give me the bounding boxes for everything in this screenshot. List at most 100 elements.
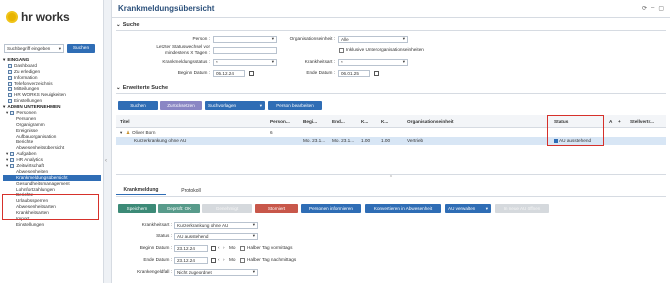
halber-tag-vormittags-checkbox[interactable] bbox=[240, 246, 245, 251]
menu-item-icon bbox=[8, 75, 12, 80]
chevron-down-icon: ▾ bbox=[252, 222, 255, 227]
chevron-down-icon: ▾ bbox=[6, 163, 9, 169]
logo-icon bbox=[6, 11, 18, 23]
calendar-icon[interactable] bbox=[211, 257, 216, 263]
letzter-statuswechsel-input[interactable] bbox=[213, 47, 277, 54]
chevron-right-icon[interactable]: › bbox=[223, 245, 225, 251]
inklusive-checkbox[interactable] bbox=[339, 48, 344, 53]
group-count: 6 bbox=[270, 130, 273, 135]
person-bearbeiten-button[interactable]: Person bearbeiten bbox=[268, 101, 322, 110]
sidebar-item-label: Einstellungen bbox=[16, 221, 45, 227]
search-button[interactable]: Suchen bbox=[67, 44, 95, 53]
detail-beginn-label: Beginn Datum : bbox=[139, 245, 172, 250]
column-header-plus[interactable]: + bbox=[618, 119, 621, 124]
suchvorlagen-label: Suchvorlagen bbox=[208, 103, 237, 108]
column-header-person[interactable]: Person... bbox=[270, 119, 290, 124]
page-title: Krankmeldungsübersicht bbox=[118, 4, 215, 13]
chevron-down-icon: ▾ bbox=[6, 110, 9, 116]
chevron-up-icon: ⌃ bbox=[388, 175, 394, 181]
column-header-stellvertreter[interactable]: Stellvertr... bbox=[630, 119, 654, 124]
splitter[interactable]: ⌃ bbox=[116, 174, 666, 182]
row-k2: 1.00 bbox=[381, 138, 391, 143]
geprueft-button[interactable]: Geprüft: OK bbox=[158, 204, 200, 213]
person-icon: ♟ bbox=[126, 130, 131, 135]
person-select[interactable]: ▾ bbox=[213, 35, 277, 43]
column-header-k2[interactable]: K... bbox=[381, 119, 388, 124]
personen-informieren-button[interactable]: Personen informieren bbox=[301, 204, 361, 213]
refresh-icon[interactable]: ⟳ bbox=[642, 5, 647, 12]
au-verwalten-button[interactable]: AU verwalten ▾ bbox=[445, 204, 491, 213]
sidebar-item[interactable]: Einstellungen bbox=[3, 222, 101, 228]
chevron-down-icon: ▾ bbox=[252, 233, 255, 238]
konvertieren-button[interactable]: Konvertieren in Abwesenheit bbox=[365, 204, 441, 213]
beginn-datum-value: 05.12.24 bbox=[216, 70, 234, 76]
menu-item-icon bbox=[10, 163, 15, 168]
detail-krankengeldfall-label: Krankengeldfall : bbox=[137, 269, 172, 274]
logo-text: hr works bbox=[21, 10, 70, 24]
calendar-icon[interactable] bbox=[211, 245, 216, 251]
menu-item-icon bbox=[8, 99, 12, 104]
chevron-down-icon: ▾ bbox=[271, 36, 274, 41]
tab-protokoll[interactable]: Protokoll bbox=[166, 186, 216, 195]
erweiterte-suche-header[interactable]: ⌄ Erweiterte Suche bbox=[116, 85, 168, 91]
column-header-k1[interactable]: K... bbox=[361, 119, 368, 124]
chevron-down-icon: ▾ bbox=[271, 59, 274, 64]
calendar-icon[interactable] bbox=[374, 70, 379, 76]
beginn-datum-input[interactable]: 05.12.24 bbox=[213, 69, 245, 77]
krankmeldungsstatus-select[interactable]: * ▾ bbox=[213, 58, 277, 66]
detail-ende-input[interactable]: 23.12.24 bbox=[174, 256, 208, 264]
letzter-statuswechsel-label-2: mindestens X Tagen : bbox=[165, 50, 210, 55]
chevron-down-icon: ▾ bbox=[3, 104, 6, 110]
sidebar-collapse-bar[interactable]: ‹ bbox=[104, 0, 112, 283]
highlight-box-nav bbox=[2, 194, 99, 220]
detail-beginn-value: 23.12.24 bbox=[177, 245, 195, 251]
detail-status-select[interactable]: AU ausstehend ▾ bbox=[174, 232, 258, 240]
detail-beginn-weekday: Mo bbox=[229, 245, 236, 250]
maximize-icon[interactable]: ▢ bbox=[658, 5, 664, 12]
ende-datum-input[interactable]: 06.01.25 bbox=[338, 69, 370, 77]
storniert-button[interactable]: Storniert bbox=[255, 204, 298, 213]
krankheitsart-value: * bbox=[341, 59, 343, 65]
chevron-down-icon: ⌄ bbox=[116, 22, 121, 28]
zuruecksetzen-button[interactable]: Zurücksetzen bbox=[160, 101, 202, 110]
column-header-organisationseinheit[interactable]: Organisationseinheit bbox=[407, 119, 454, 124]
halber-tag-vormittags-label: Halber Tag vormittags bbox=[247, 245, 293, 250]
row-end: Mo. 23.1... bbox=[332, 138, 355, 143]
detail-beginn-input[interactable]: 23.12.24 bbox=[174, 244, 208, 252]
chevron-down-icon: ▾ bbox=[402, 36, 405, 41]
menu-item-icon bbox=[10, 158, 15, 163]
suche-section-header[interactable]: ⌄ Suche bbox=[116, 22, 139, 28]
chevron-down-icon: ▾ bbox=[3, 57, 6, 62]
chevron-left-icon[interactable]: ‹ bbox=[218, 257, 220, 263]
detail-ende-weekday: Mo bbox=[229, 257, 236, 262]
ende-datum-value: 06.01.25 bbox=[341, 70, 359, 76]
detail-krankheitsart-label: Krankheitsart : bbox=[141, 222, 172, 227]
column-header-titel[interactable]: Titel bbox=[120, 119, 130, 124]
chevron-left-icon[interactable]: ‹ bbox=[218, 245, 220, 251]
column-header-ende[interactable]: End... bbox=[332, 119, 345, 124]
detail-krankheitsart-value: Kurzerkrankung ohne AU bbox=[177, 222, 229, 228]
column-header-beginn[interactable]: Begi... bbox=[303, 119, 317, 124]
organisationseinheit-select[interactable]: Alle ▾ bbox=[338, 35, 408, 43]
minimize-icon[interactable]: – bbox=[651, 5, 654, 12]
krankheitsart-label: Krankheitsart : bbox=[304, 59, 335, 64]
halber-tag-nachmittags-checkbox[interactable] bbox=[240, 258, 245, 263]
chevron-right-icon[interactable]: › bbox=[223, 257, 225, 263]
column-header-a[interactable]: A bbox=[609, 119, 612, 124]
genehmigt-button[interactable]: Genehmigt bbox=[202, 204, 252, 213]
detail-krankheitsart-select[interactable]: Kurzerkrankung ohne AU ▾ bbox=[174, 221, 258, 229]
calendar-icon[interactable] bbox=[249, 70, 254, 76]
au-erstellen-button[interactable]: In neue AU öffnen bbox=[495, 204, 549, 213]
krankheitsart-select[interactable]: * ▾ bbox=[338, 58, 408, 66]
organisationseinheit-value: Alle bbox=[341, 36, 349, 42]
menu-item-icon bbox=[8, 63, 12, 68]
speichern-button[interactable]: Speichern bbox=[118, 204, 156, 213]
suchvorlagen-button[interactable]: Suchvorlagen ▾ bbox=[205, 101, 265, 110]
detail-ende-value: 23.12.24 bbox=[177, 257, 195, 263]
search-input[interactable]: Suchbegriff eingeben ▾ bbox=[4, 44, 64, 53]
suchen-button[interactable]: Suchen bbox=[118, 101, 158, 110]
tab-krankmeldung[interactable]: Krankmeldung bbox=[116, 186, 166, 195]
detail-krankengeldfall-select[interactable]: Nicht zugeordnet ▾ bbox=[174, 268, 258, 276]
row-begin: Mo. 23.1... bbox=[303, 138, 326, 143]
chevron-down-icon: ▾ bbox=[58, 45, 61, 51]
